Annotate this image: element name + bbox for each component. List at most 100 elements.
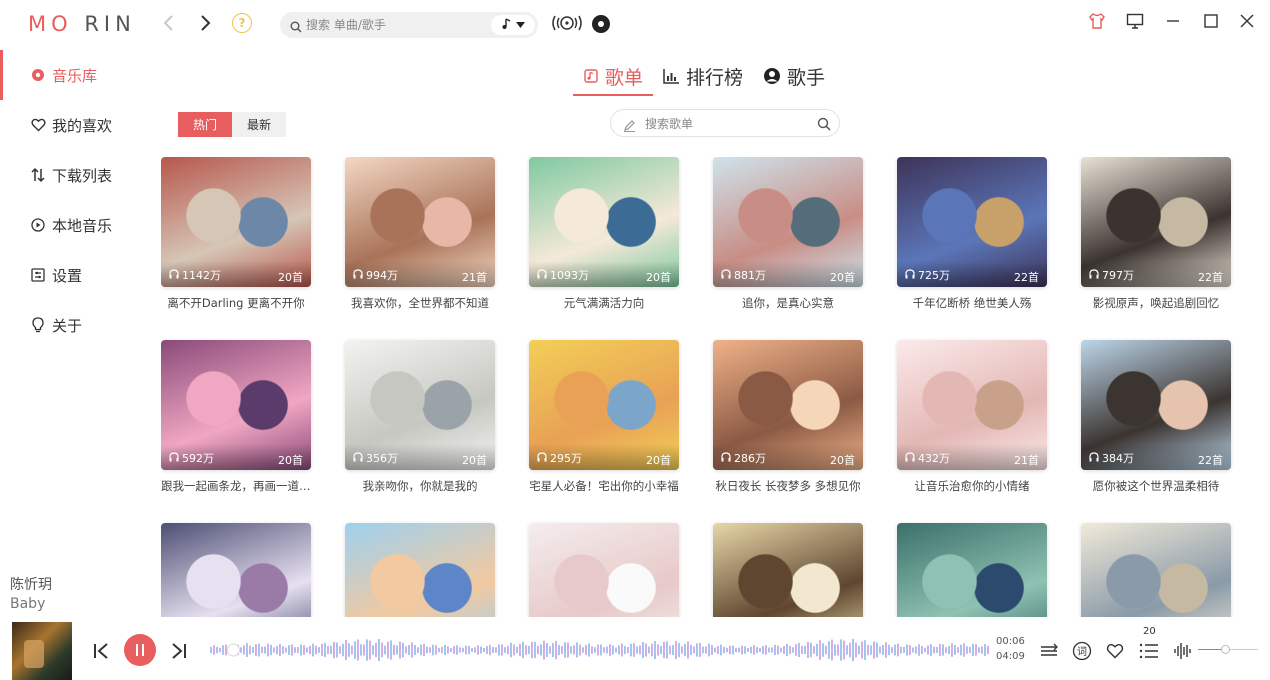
tab-charts[interactable]: 排行榜 <box>653 56 753 96</box>
like-heart-icon[interactable] <box>1104 640 1126 662</box>
playlist-card[interactable]: 994万 21首我喜欢你，全世界都不知道 <box>345 157 495 311</box>
playlist-card[interactable]: 592万 20首跟我一起画条龙，再画一道彩虹 <box>161 340 311 494</box>
playlist-cover-image[interactable]: 384万 22首 <box>1081 340 1231 470</box>
back-arrow-icon[interactable] <box>156 11 180 35</box>
playlist-cover-image[interactable] <box>529 523 679 617</box>
tab-playlists[interactable]: 歌单 <box>573 56 654 96</box>
playlist-card[interactable]: 725万 22首千年亿断桥 绝世美人殇 <box>897 157 1047 311</box>
play-count: 592万 <box>169 450 214 466</box>
playlist-cover-image[interactable] <box>345 523 495 617</box>
close-icon[interactable] <box>1234 10 1260 32</box>
waveform-bar <box>678 642 680 658</box>
forward-arrow-icon[interactable] <box>194 11 218 35</box>
playlist-card[interactable]: 384万 22首愿你被这个世界温柔相待 <box>1081 340 1231 494</box>
playlist-cover-image[interactable]: 994万 21首 <box>345 157 495 287</box>
sidebar-item-music-library[interactable]: 音乐库 <box>0 50 150 100</box>
playlist-card[interactable] <box>161 523 311 617</box>
pause-button[interactable] <box>124 634 156 666</box>
playlist-title[interactable]: 让音乐治愈你的小情绪 <box>897 478 1047 494</box>
playlist-card[interactable]: 286万 20首秋日夜长 长夜梦多 多想见你 <box>713 340 863 494</box>
playlist-cover-image[interactable] <box>713 523 863 617</box>
playlist-cover-image[interactable]: 356万 20首 <box>345 340 495 470</box>
playlist-cover-image[interactable]: 797万 22首 <box>1081 157 1231 287</box>
playlist-card[interactable]: 797万 22首影视原声，唤起追剧回忆 <box>1081 157 1231 311</box>
waveform-bar <box>471 648 473 652</box>
playlist-title[interactable]: 秋日夜长 长夜梦多 多想见你 <box>713 478 863 494</box>
playlist-cover-image[interactable] <box>897 523 1047 617</box>
waveform-bar <box>483 648 485 652</box>
listen-recognize-icon[interactable] <box>550 12 584 38</box>
playlist-title[interactable]: 我亲吻你，你就是我的 <box>345 478 495 494</box>
filter-new-button[interactable]: 最新 <box>232 112 286 137</box>
player-bar: 00:06 04:09 词 20 <box>0 618 1270 680</box>
music-source-dropdown[interactable] <box>491 15 535 35</box>
playlist-card[interactable]: 881万 20首追你，是真心实意 <box>713 157 863 311</box>
playlist-title[interactable]: 愿你被这个世界温柔相待 <box>1081 478 1231 494</box>
playlist-cover-image[interactable] <box>1081 523 1231 617</box>
help-icon[interactable]: ? <box>232 13 252 33</box>
playlist-cover-image[interactable]: 1093万 20首 <box>529 157 679 287</box>
waveform-bar <box>375 642 377 658</box>
playlist-cover-image[interactable] <box>161 523 311 617</box>
skin-shirt-icon[interactable] <box>1084 10 1110 32</box>
playlist-card[interactable]: 1142万 20首离不开Darling 更离不开你 <box>161 157 311 311</box>
playlist-title[interactable]: 我喜欢你，全世界都不知道 <box>345 295 495 311</box>
playlist-cover-image[interactable]: 432万 21首 <box>897 340 1047 470</box>
playlist-card[interactable] <box>345 523 495 617</box>
playlist-card[interactable] <box>1081 523 1231 617</box>
volume-icon[interactable] <box>1172 640 1194 662</box>
song-search-input[interactable] <box>306 15 476 35</box>
waveform-bar <box>492 646 494 654</box>
sidebar-item-settings[interactable]: 设置 <box>0 250 150 300</box>
playlist-title[interactable]: 千年亿断桥 绝世美人殇 <box>897 295 1047 311</box>
playlist-icon <box>583 68 599 84</box>
lyrics-icon[interactable]: 词 <box>1071 640 1093 662</box>
playlist-title[interactable]: 跟我一起画条龙，再画一道彩虹 <box>161 478 311 494</box>
playlist-cover-image[interactable]: 881万 20首 <box>713 157 863 287</box>
minimize-icon[interactable] <box>1160 10 1186 32</box>
waveform-progress-bar[interactable] <box>210 632 990 668</box>
playlist-queue-icon[interactable] <box>1138 640 1160 662</box>
waveform-bar <box>504 647 506 653</box>
playlist-card[interactable] <box>529 523 679 617</box>
sidebar-item-favorites[interactable]: 我的喜欢 <box>0 100 150 150</box>
playlist-card[interactable] <box>713 523 863 617</box>
sidebar-item-about[interactable]: 关于 <box>0 300 150 350</box>
sidebar-item-downloads[interactable]: 下载列表 <box>0 150 150 200</box>
search-icon[interactable] <box>817 116 831 135</box>
playlist-title[interactable]: 离不开Darling 更离不开你 <box>161 295 311 311</box>
playlist-search-input[interactable] <box>645 115 805 133</box>
playlist-title[interactable]: 元气满满活力向 <box>529 295 679 311</box>
playlist-title[interactable]: 影视原声，唤起追剧回忆 <box>1081 295 1231 311</box>
playlist-cover-image[interactable]: 1142万 20首 <box>161 157 311 287</box>
playlist-card[interactable]: 295万 20首宅星人必备！宅出你的小幸福 <box>529 340 679 494</box>
tab-singers[interactable]: 歌手 <box>753 56 835 96</box>
playlist-card[interactable]: 356万 20首我亲吻你，你就是我的 <box>345 340 495 494</box>
playlist-card[interactable]: 432万 21首让音乐治愈你的小情绪 <box>897 340 1047 494</box>
play-order-icon[interactable] <box>1039 640 1061 662</box>
playlist-cover-image[interactable]: 295万 20首 <box>529 340 679 470</box>
volume-slider[interactable] <box>1198 645 1258 654</box>
sidebar-item-local-music[interactable]: 本地音乐 <box>0 200 150 250</box>
playlist-cover-image[interactable]: 592万 20首 <box>161 340 311 470</box>
next-track-icon[interactable] <box>168 640 190 662</box>
vinyl-disc-icon[interactable] <box>592 15 610 33</box>
filter-hot-button[interactable]: 热门 <box>178 112 232 137</box>
waveform-bar <box>639 645 641 655</box>
previous-track-icon[interactable] <box>90 640 112 662</box>
playlist-title[interactable]: 追你，是真心实意 <box>713 295 863 311</box>
mini-mode-monitor-icon[interactable] <box>1122 10 1148 32</box>
playlist-card[interactable]: 1093万 20首元气满满活力向 <box>529 157 679 311</box>
volume-knob[interactable] <box>1221 645 1230 654</box>
playlist-cover-image[interactable]: 725万 22首 <box>897 157 1047 287</box>
playlist-title[interactable]: 宅星人必备！宅出你的小幸福 <box>529 478 679 494</box>
playlist-card[interactable] <box>897 523 1047 617</box>
maximize-icon[interactable] <box>1198 10 1224 32</box>
progress-knob[interactable] <box>226 643 240 657</box>
waveform-bar <box>408 645 410 655</box>
waveform-bar <box>735 647 737 653</box>
album-art[interactable] <box>12 622 72 680</box>
pencil-icon <box>623 117 636 136</box>
waveform-bar <box>462 647 464 653</box>
playlist-cover-image[interactable]: 286万 20首 <box>713 340 863 470</box>
